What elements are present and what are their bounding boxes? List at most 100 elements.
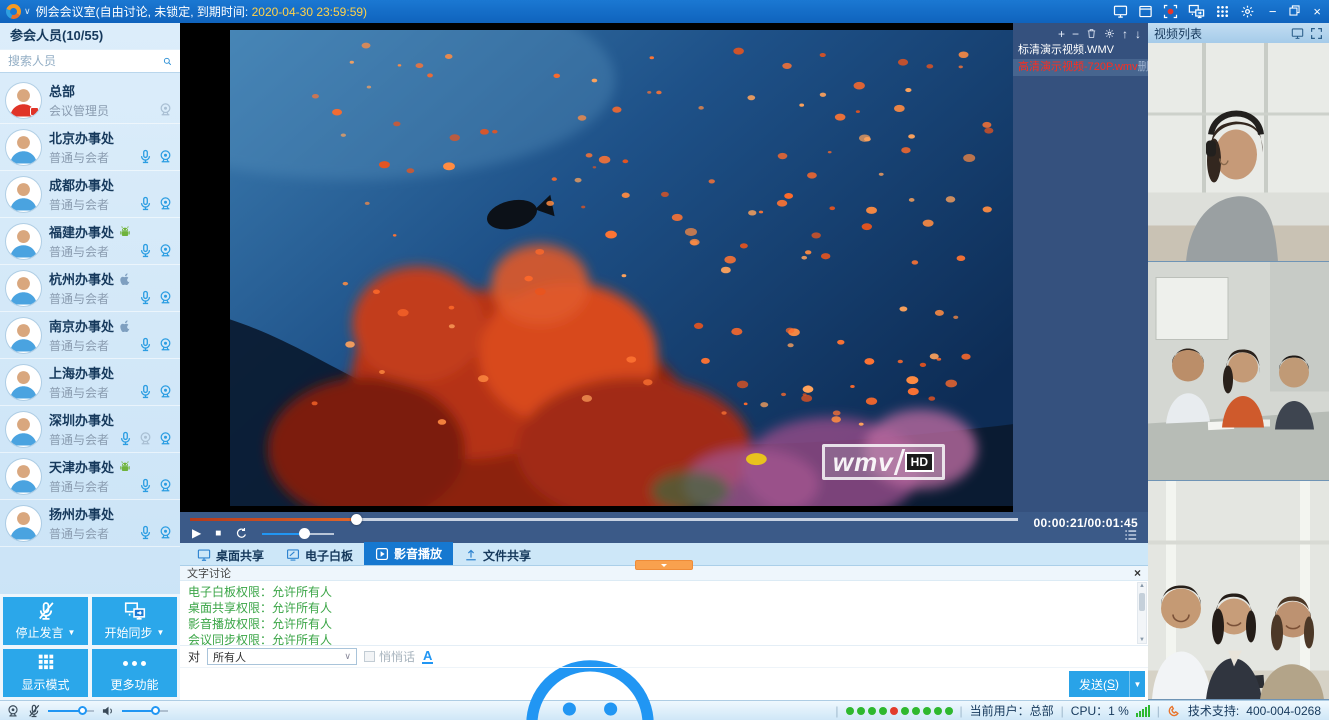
participant-row[interactable]: 深圳办事处 普通与会者	[0, 406, 180, 453]
scroll-up-icon[interactable]: ▲	[1139, 583, 1145, 589]
camera-icon[interactable]	[158, 384, 173, 399]
mic-icon[interactable]	[138, 384, 153, 399]
logo-chevron-icon[interactable]: ∨	[24, 6, 31, 17]
tab-file-share[interactable]: 文件共享	[453, 545, 542, 565]
playlist-move-up-icon[interactable]: ↑	[1122, 28, 1128, 40]
tab-desktop-share[interactable]: 桌面共享	[186, 545, 275, 565]
scroll-thumb[interactable]	[1139, 593, 1145, 611]
stop-button[interactable]: ■	[215, 528, 221, 539]
playlist-item[interactable]: 标清演示视频.WMV	[1013, 42, 1148, 59]
app-window: ∨ 例会会议室(自由讨论, 未锁定, 到期时间: 2020-04-30 23:5…	[0, 0, 1329, 720]
mic-icon[interactable]	[138, 243, 153, 258]
participant-row[interactable]: 杭州办事处 普通与会者	[0, 265, 180, 312]
chat-messages[interactable]: 电子白板权限：允许所有人 桌面共享权限：允许所有人 影音播放权限：允许所有人 会…	[180, 581, 1148, 645]
more-functions-button[interactable]: 更多功能	[92, 649, 177, 697]
camera-icon[interactable]	[158, 290, 173, 305]
camera-icon[interactable]	[158, 149, 173, 164]
send-button[interactable]: 发送(S)	[1069, 671, 1129, 697]
screen-share-icon[interactable]	[1188, 4, 1205, 19]
speaker-volume-thumb[interactable]	[151, 706, 160, 715]
record-icon[interactable]	[1163, 4, 1178, 19]
close-button[interactable]: ×	[1313, 5, 1321, 18]
chat-collapse-handle[interactable]	[635, 560, 693, 570]
stop-speaking-button[interactable]: 停止发言▼	[3, 597, 88, 645]
screen-broadcast-icon[interactable]	[1113, 4, 1128, 19]
camera-icon[interactable]	[158, 243, 173, 258]
video-feed-thumbnail[interactable]	[1148, 262, 1329, 481]
participant-row[interactable]: 北京办事处 普通与会者	[0, 124, 180, 171]
participant-row[interactable]: 天津办事处 普通与会者	[0, 453, 180, 500]
video-player-screen[interactable]: wmv HD	[180, 23, 1013, 512]
start-sync-button[interactable]: 开始同步▼	[92, 597, 177, 645]
speaker-icon[interactable]	[101, 704, 115, 718]
expand-icon[interactable]	[1310, 27, 1323, 40]
dropdown-caret-icon[interactable]: ▼	[157, 628, 165, 637]
camera-icon[interactable]	[158, 478, 173, 493]
participant-row[interactable]: 扬州办事处 普通与会者	[0, 500, 180, 547]
participant-row[interactable]: 上海办事处 普通与会者	[0, 359, 180, 406]
settings-gear-icon[interactable]	[1240, 4, 1255, 19]
playlist-move-down-icon[interactable]: ↓	[1135, 28, 1141, 40]
camera-disabled-icon[interactable]	[158, 102, 173, 117]
chat-scrollbar[interactable]: ▲ ▼	[1137, 582, 1147, 644]
maximize-button[interactable]	[1288, 4, 1301, 19]
chat-input-area[interactable]: 发送(S) ▼	[180, 667, 1148, 700]
playlist-remove-icon[interactable]: −	[1072, 28, 1079, 40]
participant-row[interactable]: 南京办事处 普通与会者	[0, 312, 180, 359]
search-input[interactable]	[8, 54, 163, 68]
search-icon[interactable]	[163, 54, 172, 69]
camera-icon[interactable]	[158, 196, 173, 211]
video-window-icon[interactable]	[1291, 27, 1304, 40]
camera-icon[interactable]	[158, 525, 173, 540]
checkbox[interactable]	[364, 651, 375, 662]
send-options-caret[interactable]: ▼	[1129, 671, 1145, 697]
mic-volume-slider[interactable]	[48, 705, 94, 716]
playlist-toggle-icon[interactable]	[1124, 529, 1138, 541]
mic-icon[interactable]	[138, 478, 153, 493]
mic-icon[interactable]	[138, 196, 153, 211]
apps-grid-icon[interactable]	[1215, 4, 1230, 19]
playlist-delete-icon[interactable]	[1086, 28, 1097, 41]
playlist-add-icon[interactable]: +	[1058, 28, 1065, 40]
mic-muted-icon[interactable]	[27, 704, 41, 718]
mic-icon[interactable]	[138, 525, 153, 540]
window-preview-icon[interactable]	[1138, 4, 1153, 19]
playlist-settings-icon[interactable]	[1104, 28, 1115, 41]
seek-bar[interactable]	[190, 518, 1018, 521]
video-feed-thumbnail[interactable]	[1148, 481, 1329, 700]
volume-thumb[interactable]	[299, 528, 310, 539]
playlist-item-selected[interactable]: 高清演示视频-720P.wmv 删除	[1013, 59, 1148, 76]
mic-icon[interactable]	[118, 431, 133, 446]
mic-icon[interactable]	[138, 149, 153, 164]
mic-volume-thumb[interactable]	[78, 706, 87, 715]
recipient-select[interactable]: 所有人∨	[207, 648, 357, 665]
camera-icon[interactable]	[158, 431, 173, 446]
playlist-item-delete-link[interactable]: 删除	[1138, 59, 1148, 76]
mic-icon[interactable]	[138, 337, 153, 352]
participant-row[interactable]: 成都办事处 普通与会者	[0, 171, 180, 218]
dropdown-caret-icon[interactable]: ▼	[68, 628, 76, 637]
video-feed-thumbnail[interactable]	[1148, 43, 1329, 262]
fullscreen-icon[interactable]	[1127, 547, 1141, 561]
minimize-button[interactable]: −	[1269, 5, 1277, 18]
search-box[interactable]	[0, 49, 180, 73]
emoji-button[interactable]	[440, 649, 455, 664]
participant-row[interactable]: 总部 会议管理员	[0, 77, 180, 124]
repeat-button[interactable]	[235, 527, 248, 540]
camera-disabled-icon[interactable]	[138, 431, 153, 446]
player-volume-slider[interactable]	[262, 527, 334, 540]
participant-row[interactable]: 福建办事处 普通与会者	[0, 218, 180, 265]
camera-icon[interactable]	[158, 337, 173, 352]
mic-icon[interactable]	[138, 290, 153, 305]
display-mode-button[interactable]: 显示模式	[3, 649, 88, 697]
tab-media-playback[interactable]: 影音播放	[364, 542, 453, 565]
avatar	[6, 177, 41, 212]
camera-status-icon[interactable]	[6, 704, 20, 718]
font-button[interactable]: A	[422, 649, 433, 664]
speaker-volume-slider[interactable]	[122, 705, 168, 716]
tab-whiteboard[interactable]: 电子白板	[275, 545, 364, 565]
whisper-checkbox[interactable]: 悄悄话	[364, 648, 415, 665]
seek-thumb[interactable]	[351, 514, 362, 525]
scroll-down-icon[interactable]: ▼	[1139, 637, 1145, 643]
play-button[interactable]: ▶	[192, 526, 201, 540]
